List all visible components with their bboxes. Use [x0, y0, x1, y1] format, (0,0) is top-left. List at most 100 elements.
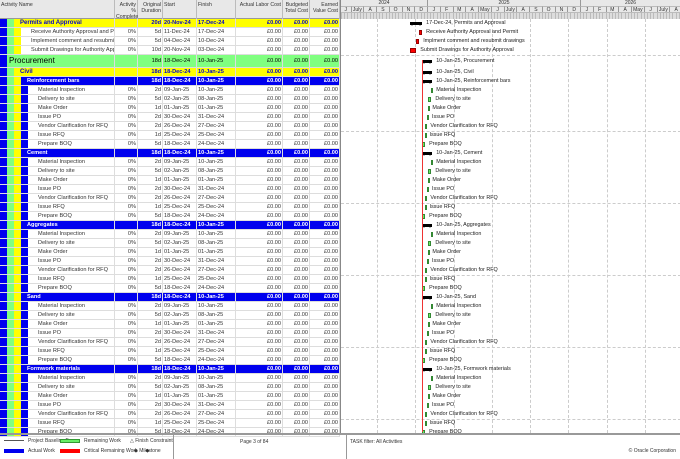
remaining-bar[interactable]: [431, 304, 433, 309]
table-row[interactable]: Implement comment and resubmit drawings0…: [0, 37, 340, 46]
remaining-bar[interactable]: [425, 412, 427, 417]
table-row[interactable]: Material Inspection0%2d09-Jan-2510-Jan-2…: [0, 230, 340, 239]
summary-bar[interactable]: [422, 80, 432, 83]
table-row[interactable]: Delivery to site0%5d02-Jan-2508-Jan-25£0…: [0, 167, 340, 176]
remaining-bar[interactable]: [427, 331, 429, 336]
table-row[interactable]: Vendor Clarification for RFQ0%2d26-Dec-2…: [0, 410, 340, 419]
remaining-bar[interactable]: [427, 187, 429, 192]
remaining-bar[interactable]: [431, 232, 433, 237]
remaining-bar[interactable]: [427, 403, 429, 408]
remaining-bar[interactable]: [431, 160, 433, 165]
wbs-row[interactable]: Civil18d18-Dec-2410-Jan-25£0.00£0.00£0.0…: [0, 68, 340, 77]
critical-bar[interactable]: [419, 30, 422, 35]
table-row[interactable]: Vendor Clarification for RFQ0%2d26-Dec-2…: [0, 194, 340, 203]
col-percent-complete[interactable]: Activity % Complete: [115, 0, 138, 19]
table-row[interactable]: Delivery to site0%5d02-Jan-2508-Jan-25£0…: [0, 311, 340, 320]
summary-bar[interactable]: [422, 224, 432, 227]
wbs-row[interactable]: Procurement18d18-Dec-2410-Jan-25£0.00£0.…: [0, 55, 340, 68]
table-row[interactable]: Issue RFQ0%1d25-Dec-2425-Dec-24£0.00£0.0…: [0, 203, 340, 212]
table-row[interactable]: Receive Authority Approval and Permit0%5…: [0, 28, 340, 37]
remaining-bar[interactable]: [425, 277, 427, 282]
table-row[interactable]: Issue PO0%2d30-Dec-2431-Dec-24£0.00£0.00…: [0, 401, 340, 410]
remaining-bar[interactable]: [425, 340, 427, 345]
remaining-bar[interactable]: [425, 421, 427, 426]
table-row[interactable]: Make Order0%1d01-Jan-2501-Jan-25£0.00£0.…: [0, 320, 340, 329]
table-row[interactable]: Material Inspection0%2d09-Jan-2510-Jan-2…: [0, 302, 340, 311]
table-row[interactable]: Make Order0%1d01-Jan-2501-Jan-25£0.00£0.…: [0, 248, 340, 257]
remaining-bar[interactable]: [431, 88, 433, 93]
remaining-bar[interactable]: [425, 349, 427, 354]
table-row[interactable]: Issue RFQ0%1d25-Dec-2425-Dec-24£0.00£0.0…: [0, 419, 340, 428]
table-row[interactable]: Material Inspection0%2d09-Jan-2510-Jan-2…: [0, 374, 340, 383]
remaining-bar[interactable]: [428, 394, 430, 399]
wbs-row[interactable]: Aggregates18d18-Dec-2410-Jan-25£0.00£0.0…: [0, 221, 340, 230]
table-row[interactable]: Prepare BOQ0%5d18-Dec-2424-Dec-24£0.00£0…: [0, 212, 340, 221]
remaining-bar[interactable]: [428, 241, 431, 246]
table-row[interactable]: Prepare BOQ0%5d18-Dec-2424-Dec-24£0.00£0…: [0, 140, 340, 149]
table-row[interactable]: Make Order0%1d01-Jan-2501-Jan-25£0.00£0.…: [0, 176, 340, 185]
table-row[interactable]: Delivery to site0%5d02-Jan-2508-Jan-25£0…: [0, 383, 340, 392]
table-row[interactable]: Make Order0%1d01-Jan-2501-Jan-25£0.00£0.…: [0, 392, 340, 401]
table-row[interactable]: Prepare BOQ0%5d18-Dec-2424-Dec-24£0.00£0…: [0, 284, 340, 293]
table-row[interactable]: Vendor Clarification for RFQ0%2d26-Dec-2…: [0, 122, 340, 131]
remaining-bar[interactable]: [425, 268, 427, 273]
wbs-row[interactable]: Reinforcement bars18d18-Dec-2410-Jan-25£…: [0, 77, 340, 86]
table-row[interactable]: Submit Drawings for Authority Approval0%…: [0, 46, 340, 55]
table-row[interactable]: Delivery to site0%5d02-Jan-2508-Jan-25£0…: [0, 95, 340, 104]
table-row[interactable]: Vendor Clarification for RFQ0%2d26-Dec-2…: [0, 266, 340, 275]
summary-bar[interactable]: [410, 22, 422, 25]
cell-finish: 25-Dec-24: [197, 275, 236, 283]
summary-bar[interactable]: [422, 296, 432, 299]
summary-bar[interactable]: [422, 152, 432, 155]
table-row[interactable]: Issue PO0%2d30-Dec-2431-Dec-24£0.00£0.00…: [0, 329, 340, 338]
remaining-bar[interactable]: [425, 196, 427, 201]
table-row[interactable]: Issue PO0%2d30-Dec-2431-Dec-24£0.00£0.00…: [0, 113, 340, 122]
wbs-row[interactable]: Sand18d18-Dec-2410-Jan-25£0.00£0.00£0.00: [0, 293, 340, 302]
table-row[interactable]: Issue RFQ0%1d25-Dec-2425-Dec-24£0.00£0.0…: [0, 347, 340, 356]
col-original-duration[interactable]: Original Duration: [138, 0, 163, 19]
col-earned-value-cost[interactable]: Earned Value Cost: [310, 0, 340, 19]
remaining-bar[interactable]: [428, 322, 430, 327]
table-row[interactable]: Material Inspection0%2d09-Jan-2510-Jan-2…: [0, 158, 340, 167]
remaining-bar[interactable]: [431, 376, 433, 381]
remaining-bar[interactable]: [428, 169, 431, 174]
summary-bar[interactable]: [422, 71, 432, 74]
critical-bar[interactable]: [410, 48, 416, 53]
remaining-bar[interactable]: [428, 385, 431, 390]
table-row[interactable]: Material Inspection0%2d09-Jan-2510-Jan-2…: [0, 86, 340, 95]
remaining-bar[interactable]: [425, 124, 427, 129]
wbs-row[interactable]: Permits and Approval20d20-Nov-2417-Dec-2…: [0, 19, 340, 28]
col-budgeted-total-cost[interactable]: Budgeted Total Cost: [283, 0, 310, 19]
remaining-bar[interactable]: [425, 205, 427, 210]
cell-evc: £0.00: [310, 86, 340, 94]
col-start[interactable]: Start: [163, 0, 197, 19]
remaining-bar[interactable]: [428, 313, 431, 318]
table-row[interactable]: Delivery to site0%5d02-Jan-2508-Jan-25£0…: [0, 239, 340, 248]
remaining-bar[interactable]: [425, 133, 427, 138]
wbs-row[interactable]: Cement18d18-Dec-2410-Jan-25£0.00£0.00£0.…: [0, 149, 340, 158]
summary-bar[interactable]: [422, 60, 432, 63]
remaining-bar[interactable]: [428, 178, 430, 183]
critical-bar[interactable]: [416, 39, 419, 44]
col-finish[interactable]: Finish: [197, 0, 236, 19]
col-activity-name[interactable]: Activity Name: [0, 0, 115, 19]
activity-name: Delivery to site: [28, 167, 115, 175]
table-row[interactable]: Issue PO0%2d30-Dec-2431-Dec-24£0.00£0.00…: [0, 185, 340, 194]
activity-name: Make Order: [28, 320, 115, 328]
table-row[interactable]: Vendor Clarification for RFQ0%2d26-Dec-2…: [0, 338, 340, 347]
cell-pct: 0%: [115, 320, 138, 328]
summary-bar[interactable]: [422, 368, 432, 371]
remaining-bar[interactable]: [427, 259, 429, 264]
table-row[interactable]: Issue PO0%2d30-Dec-2431-Dec-24£0.00£0.00…: [0, 257, 340, 266]
cell-finish: 17-Dec-24: [197, 19, 236, 27]
remaining-bar[interactable]: [428, 250, 430, 255]
table-row[interactable]: Issue RFQ0%1d25-Dec-2425-Dec-24£0.00£0.0…: [0, 131, 340, 140]
remaining-bar[interactable]: [428, 97, 431, 102]
remaining-bar[interactable]: [428, 106, 430, 111]
wbs-row[interactable]: Formwork materials18d18-Dec-2410-Jan-25£…: [0, 365, 340, 374]
table-row[interactable]: Prepare BOQ0%5d18-Dec-2424-Dec-24£0.00£0…: [0, 356, 340, 365]
table-row[interactable]: Make Order0%1d01-Jan-2501-Jan-25£0.00£0.…: [0, 104, 340, 113]
col-actual-labor-cost[interactable]: Actual Labor Cost: [236, 0, 283, 19]
table-row[interactable]: Issue RFQ0%1d25-Dec-2425-Dec-24£0.00£0.0…: [0, 275, 340, 284]
remaining-bar[interactable]: [427, 115, 429, 120]
